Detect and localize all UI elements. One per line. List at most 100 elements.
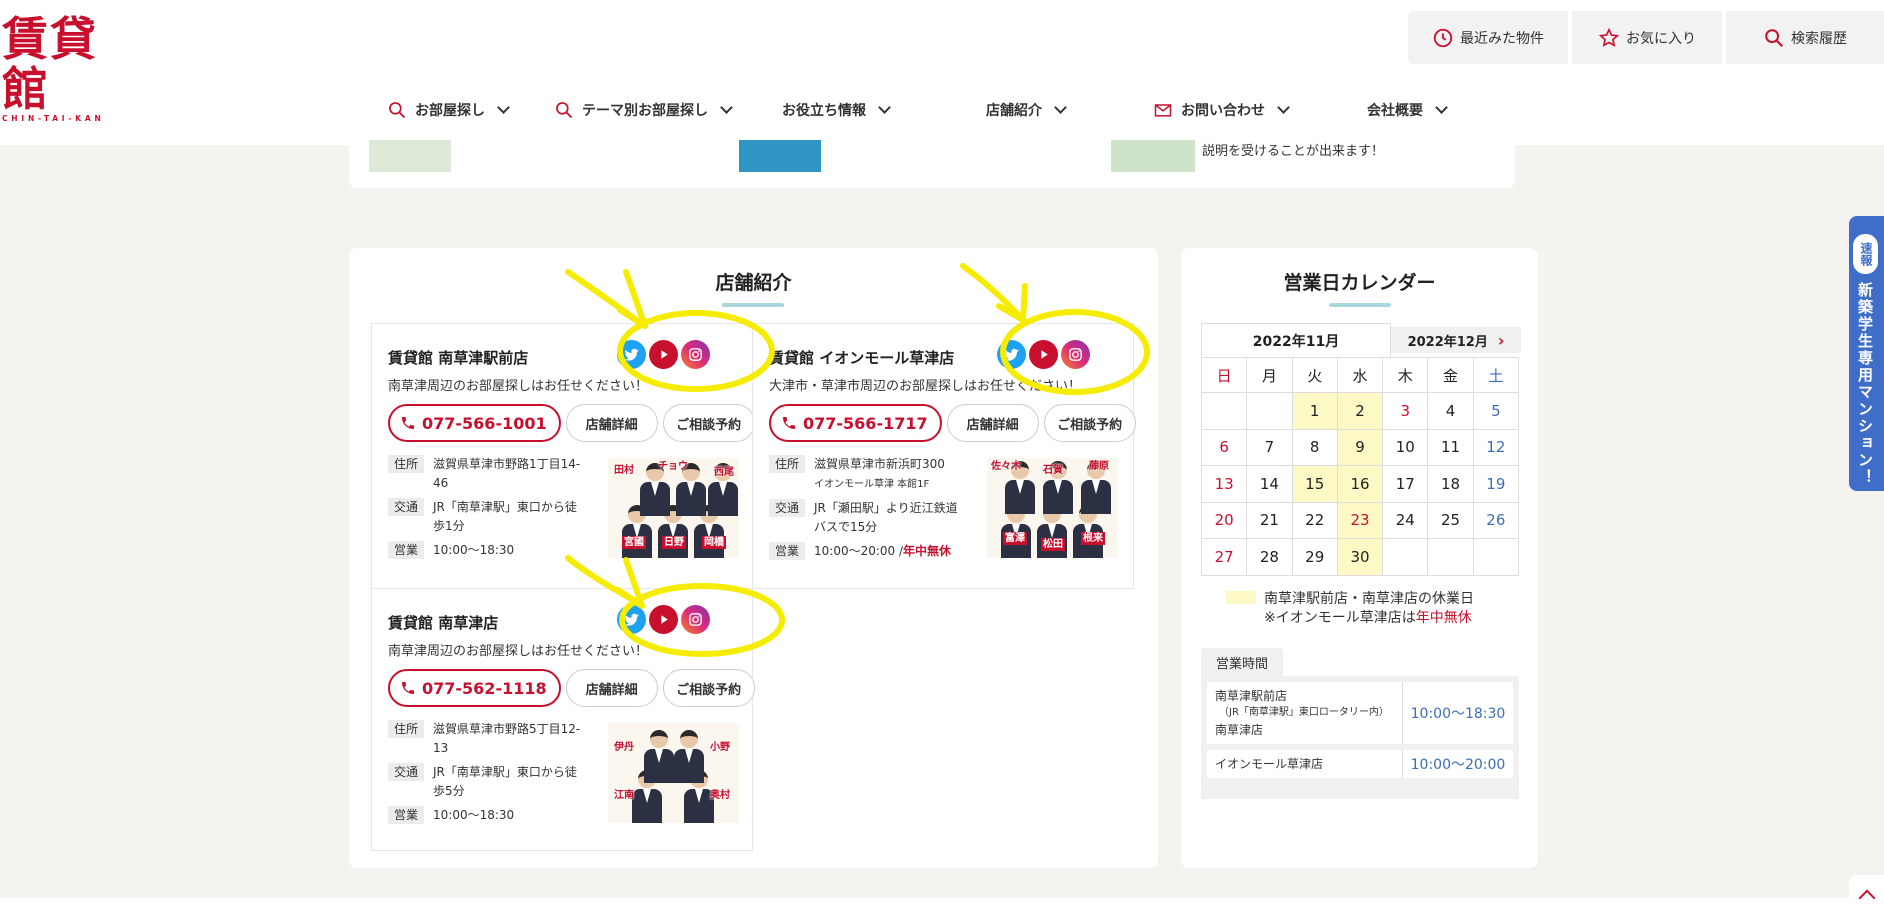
calendar-day-cell <box>1200 392 1248 430</box>
hours-note: 年中無休 <box>903 544 952 558</box>
address-value: 滋賀県草津市新浜町300 イオンモール草津 本館1F <box>814 455 964 494</box>
business-hours-tab: 営業時間 <box>1201 648 1283 676</box>
nav-useful-info[interactable]: お役立ち情報 <box>782 92 891 128</box>
address-label: 住所 <box>769 455 805 473</box>
hours-row: イオンモール草津店 10:00～20:00 <box>1207 750 1513 778</box>
instagram-icon[interactable] <box>1061 340 1090 369</box>
calendar-day-cell: 3 <box>1382 392 1429 430</box>
nav-company[interactable]: 会社概要 <box>1367 92 1448 128</box>
calendar-day-cell: 24 <box>1382 501 1429 539</box>
calendar-day-cell <box>1472 538 1520 576</box>
calendar-day-cell: 10 <box>1382 428 1429 466</box>
breaking-badge: 速報 <box>1853 234 1878 274</box>
calendar-day-cell: 5 <box>1472 392 1520 430</box>
hours-label: 営業 <box>769 542 805 560</box>
calendar-day-cell: 23 <box>1336 501 1384 539</box>
youtube-icon[interactable] <box>1029 340 1058 369</box>
calendar-day-cell: 21 <box>1246 501 1293 539</box>
page-top-button[interactable] <box>1849 875 1884 915</box>
calendar-day-cell: 27 <box>1200 538 1248 576</box>
staff-name: 江南 <box>614 790 634 801</box>
nav-theme-search[interactable]: テーマ別お部屋探し <box>554 92 733 128</box>
shop-detail-button[interactable]: 店舗詳細 <box>946 404 1039 442</box>
shop-actions: 077-566-1717 店舗詳細 ご相談予約 <box>769 404 1136 442</box>
instagram-icon[interactable] <box>681 605 710 634</box>
hours-shop-name: 南草津駅前店 <box>1215 689 1288 703</box>
calendar-day-cell: 17 <box>1382 465 1429 503</box>
twitter-icon[interactable] <box>997 340 1026 369</box>
nav-contact[interactable]: お問い合わせ <box>1153 92 1290 128</box>
new-student-mansion-banner[interactable]: 速報 新築学生専用マンション！ <box>1849 216 1884 491</box>
twitter-icon[interactable] <box>617 605 646 634</box>
staff-photo: 伊丹 小野 江南 奥村 <box>608 723 739 823</box>
calendar-day-cell: 4 <box>1427 392 1474 430</box>
calendar-day-cell: 1 <box>1291 392 1338 430</box>
weekday-header: 日 月 火 水 木 金 土 <box>1200 357 1520 393</box>
search-history-label: 検索履歴 <box>1791 30 1847 47</box>
shop-detail-button[interactable]: 店舗詳細 <box>565 404 658 442</box>
youtube-icon[interactable] <box>649 605 678 634</box>
legend-note-red: 年中無休 <box>1415 610 1472 626</box>
consult-reserve-button[interactable]: ご相談予約 <box>1043 404 1136 442</box>
staff-name: 西尾 <box>714 467 734 478</box>
calendar-day-cell: 28 <box>1246 538 1293 576</box>
nav-label: お役立ち情報 <box>782 103 866 119</box>
calendar-grid: 日 月 火 水 木 金 土 1 2 3 4 5 6 7 8 9 10 11 12 13 14 15 16 17 1… <box>1200 357 1520 576</box>
calendar-day-cell: 8 <box>1291 428 1338 466</box>
chevron-down-icon <box>878 100 891 114</box>
staff-name: 宮國 <box>622 536 646 549</box>
title-underline <box>1329 303 1391 307</box>
hours-value: 10:00～18:30 <box>433 543 515 557</box>
calendar-day-cell: 22 <box>1291 501 1338 539</box>
shop-info: 住所 滋賀県草津市新浜町300 イオンモール草津 本館1F 交通 JR「瀬田駅」より近… <box>769 455 984 566</box>
calendar-day-cell: 14 <box>1246 465 1293 503</box>
calendar-day-cell <box>1427 538 1474 576</box>
access-label: 交通 <box>388 498 424 516</box>
nav-shops[interactable]: 店舗紹介 <box>986 92 1067 128</box>
weekday-cell: 土 <box>1472 357 1520 393</box>
calendar-day-cell <box>1246 392 1293 430</box>
chevron-down-icon <box>497 100 510 114</box>
shop-section-title: 店舗紹介 <box>715 272 792 294</box>
nav-room-search[interactable]: お部屋探し <box>387 92 510 128</box>
calendar-day-cell: 29 <box>1291 538 1338 576</box>
hours-value: 10:00～18:30 <box>433 808 515 822</box>
hours-shop-sub: （JR「南草津駅」東口ロータリー内） <box>1219 707 1389 718</box>
phone-number: 077-566-1717 <box>803 413 928 433</box>
phone-button[interactable]: 077-562-1118 <box>388 669 561 707</box>
shop-name: 賃貸館 南草津店 <box>388 614 499 632</box>
instagram-icon[interactable] <box>681 340 710 369</box>
access-value: JR「南草津駅」東口から徒歩5分 <box>433 765 577 798</box>
footer-band <box>0 898 1884 915</box>
access-label: 交通 <box>388 763 424 781</box>
consult-reserve-button[interactable]: ご相談予約 <box>662 669 755 707</box>
address-line1: 滋賀県草津市新浜町300 <box>814 457 945 471</box>
phone-button[interactable]: 077-566-1717 <box>769 404 942 442</box>
shop-actions: 077-566-1001 店舗詳細 ご相談予約 <box>388 404 755 442</box>
favorites-button[interactable]: お気に入り <box>1572 11 1722 64</box>
calendar-day-cell: 19 <box>1472 465 1520 503</box>
hours-value: 10:00～20:00 /年中無休 <box>814 542 951 561</box>
shop-info: 住所 滋賀県草津市野路1丁目14-46 交通 JR「南草津駅」東口から徒歩1分 営業… <box>388 455 603 565</box>
calendar-day-cell: 13 <box>1200 465 1248 503</box>
shop-card: 賃貸館 イオンモール草津店 大津市・草津市周辺のお部屋探しはお任せください！ 0… <box>752 323 1136 589</box>
staff-name: 藤原 <box>1089 461 1109 472</box>
tab-current-month[interactable]: 2022年11月 <box>1201 323 1391 357</box>
recent-viewed-button[interactable]: 最近みた物件 <box>1408 11 1568 64</box>
shop-card: 賃貸館 南草津店 南草津周辺のお部屋探しはお任せください！ 077-562-11… <box>371 588 755 851</box>
address-value: 滋賀県草津市野路1丁目14-46 <box>433 457 581 490</box>
tab-next-month[interactable]: 2022年12月 › <box>1391 327 1521 353</box>
calendar-week-row: 12345 <box>1200 392 1520 430</box>
staff-photo: 佐々木 石賀 藤原 富澤 松田 根来 <box>987 458 1118 558</box>
feature-text: 説明を受けることが出来ます！ <box>1202 144 1385 159</box>
shop-detail-button[interactable]: 店舗詳細 <box>565 669 658 707</box>
phone-button[interactable]: 077-566-1001 <box>388 404 561 442</box>
consult-reserve-button[interactable]: ご相談予約 <box>662 404 755 442</box>
twitter-icon[interactable] <box>617 340 646 369</box>
sns-links <box>617 340 710 369</box>
hours-shop-name: イオンモール草津店 <box>1207 750 1403 778</box>
address-line2: イオンモール草津 本館1F <box>814 479 930 490</box>
youtube-icon[interactable] <box>649 340 678 369</box>
hours-label: 営業 <box>388 541 424 559</box>
search-history-button[interactable]: 検索履歴 <box>1726 11 1884 64</box>
